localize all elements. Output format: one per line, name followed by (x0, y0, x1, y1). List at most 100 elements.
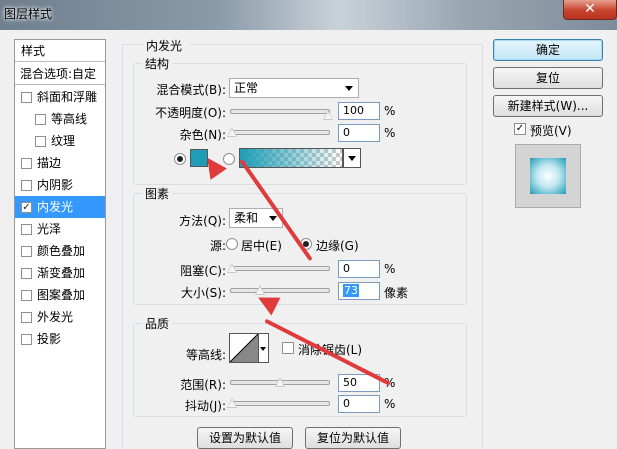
style-item-label: 外发光 (37, 310, 74, 324)
opacity-slider-thumb[interactable] (323, 110, 333, 120)
style-item-label: 图案叠加 (37, 288, 86, 302)
style-item[interactable]: 纹理 (15, 130, 105, 152)
blend-mode-select[interactable]: 正常 (229, 78, 359, 98)
style-item[interactable]: 等高线 (15, 108, 105, 130)
size-label: 大小(S): (180, 286, 226, 300)
solid-color-radio[interactable] (174, 153, 186, 165)
close-button[interactable]: ✕ (563, 0, 617, 20)
style-item-checkbox[interactable] (21, 224, 32, 235)
chevron-down-icon (260, 347, 266, 351)
jitter-unit: % (384, 397, 396, 411)
opacity-input[interactable]: 100 (338, 102, 380, 120)
style-item[interactable]: 投影 (15, 328, 105, 350)
style-item-label: 等高线 (51, 112, 88, 126)
inner-glow-title: 内发光 (146, 39, 183, 53)
noise-slider[interactable] (230, 130, 330, 135)
size-input[interactable]: 73 (338, 282, 380, 300)
gradient-radio[interactable] (223, 153, 235, 165)
new-style-button[interactable]: 新建样式(W)... (493, 95, 603, 117)
noise-slider-thumb[interactable] (227, 127, 237, 137)
style-item-checkbox[interactable] (21, 246, 32, 257)
style-item-checkbox[interactable] (21, 180, 32, 191)
contour-curve-icon (229, 333, 259, 363)
style-item-label: 投影 (37, 332, 62, 346)
style-item-checkbox[interactable] (21, 290, 32, 301)
choke-slider[interactable] (230, 266, 330, 271)
preview-swatch (530, 158, 566, 194)
style-item-checkbox[interactable] (21, 334, 32, 345)
range-slider-thumb[interactable] (275, 377, 285, 387)
style-list-header[interactable]: 样式 (15, 40, 105, 62)
blend-mode-label: 混合模式(B): (156, 83, 226, 97)
opacity-unit: % (384, 104, 396, 118)
style-item-checkbox[interactable] (21, 92, 32, 103)
chevron-down-icon (269, 216, 277, 221)
antialias-checkbox[interactable] (282, 342, 294, 354)
noise-unit: % (384, 126, 396, 140)
jitter-slider[interactable] (230, 401, 330, 406)
contour-dropdown[interactable] (259, 333, 269, 363)
style-item-checkbox[interactable] (21, 268, 32, 279)
style-item[interactable]: 光泽 (15, 218, 105, 240)
chevron-down-icon (345, 86, 353, 91)
style-item-label: 颜色叠加 (37, 244, 86, 258)
choke-input[interactable]: 0 (338, 260, 380, 278)
preview-checkbox[interactable]: ✓ (514, 123, 526, 135)
ok-button[interactable]: 确定 (493, 39, 603, 61)
method-label: 方法(Q): (179, 214, 226, 228)
layer-style-dialog: 样式 混合选项:自定 斜面和浮雕等高线纹理描边内阴影 ✓ 内发光光泽颜色叠加渐变叠加… (0, 30, 617, 449)
size-slider[interactable] (230, 288, 330, 293)
style-item[interactable]: 内阴影 (15, 174, 105, 196)
style-item[interactable]: ✓ 内发光 (15, 196, 105, 218)
gradient-swatch[interactable] (239, 148, 343, 168)
size-value: 73 (343, 284, 359, 297)
style-item-checkbox[interactable] (21, 158, 32, 169)
blend-options-item[interactable]: 混合选项:自定 (15, 63, 105, 85)
chevron-down-icon (348, 156, 356, 161)
choke-label: 阻塞(C): (180, 264, 226, 278)
style-item[interactable]: 渐变叠加 (15, 262, 105, 284)
style-item-label: 描边 (37, 156, 62, 170)
style-item-label: 渐变叠加 (37, 266, 86, 280)
preview-label: 预览(V) (530, 124, 572, 138)
style-item-checkbox[interactable] (35, 136, 46, 147)
style-item[interactable]: 外发光 (15, 306, 105, 328)
noise-input[interactable]: 0 (338, 124, 380, 142)
title-bar[interactable]: 图层样式 ✕ (0, 0, 617, 30)
set-default-button[interactable]: 设置为默认值 (197, 427, 293, 449)
choke-slider-thumb[interactable] (227, 263, 237, 273)
style-list: 样式 混合选项:自定 斜面和浮雕等高线纹理描边内阴影 ✓ 内发光光泽颜色叠加渐变叠加… (14, 39, 106, 449)
reset-button[interactable]: 复位 (493, 67, 603, 89)
style-item-label: 内发光 (37, 200, 74, 214)
reset-default-button[interactable]: 复位为默认值 (305, 427, 401, 449)
quality-legend: 品质 (145, 317, 170, 331)
gradient-dropdown[interactable] (343, 148, 361, 168)
jitter-input[interactable]: 0 (338, 395, 380, 413)
style-item[interactable]: 颜色叠加 (15, 240, 105, 262)
edge-label: 边缘(G) (316, 239, 359, 253)
close-icon: ✕ (584, 1, 596, 17)
style-item-label: 斜面和浮雕 (37, 90, 98, 104)
preview-box (515, 144, 581, 208)
noise-label: 杂色(N): (179, 128, 226, 142)
style-item[interactable]: 图案叠加 (15, 284, 105, 306)
range-label: 范围(R): (180, 378, 226, 392)
jitter-slider-thumb[interactable] (227, 398, 237, 408)
center-label: 居中(E) (241, 239, 282, 253)
elements-legend: 图素 (145, 187, 170, 201)
style-item-checkbox[interactable] (21, 312, 32, 323)
center-radio[interactable] (226, 238, 238, 250)
structure-legend: 结构 (145, 57, 170, 71)
method-value: 柔和 (234, 211, 259, 225)
opacity-label: 不透明度(O): (155, 106, 226, 120)
opacity-slider[interactable] (230, 109, 330, 114)
style-item[interactable]: 斜面和浮雕 (15, 86, 105, 108)
style-item-label: 纹理 (51, 134, 76, 148)
window-title: 图层样式 (4, 7, 53, 21)
style-item-checkbox[interactable] (35, 114, 46, 125)
style-item[interactable]: 描边 (15, 152, 105, 174)
contour-picker[interactable] (229, 333, 259, 363)
source-label: 源: (209, 239, 226, 253)
style-item-checkbox[interactable]: ✓ (21, 202, 32, 213)
contour-label: 等高线: (185, 348, 226, 362)
